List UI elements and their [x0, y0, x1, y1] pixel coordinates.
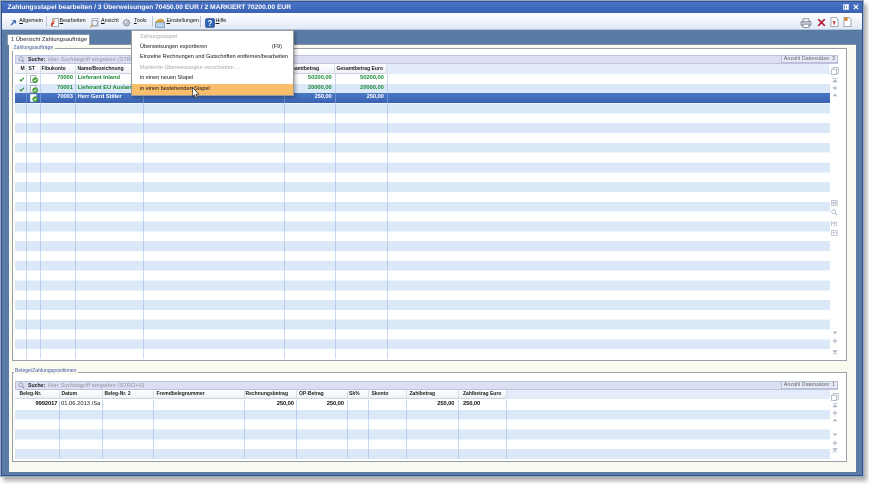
- svg-text:?: ?: [207, 18, 212, 27]
